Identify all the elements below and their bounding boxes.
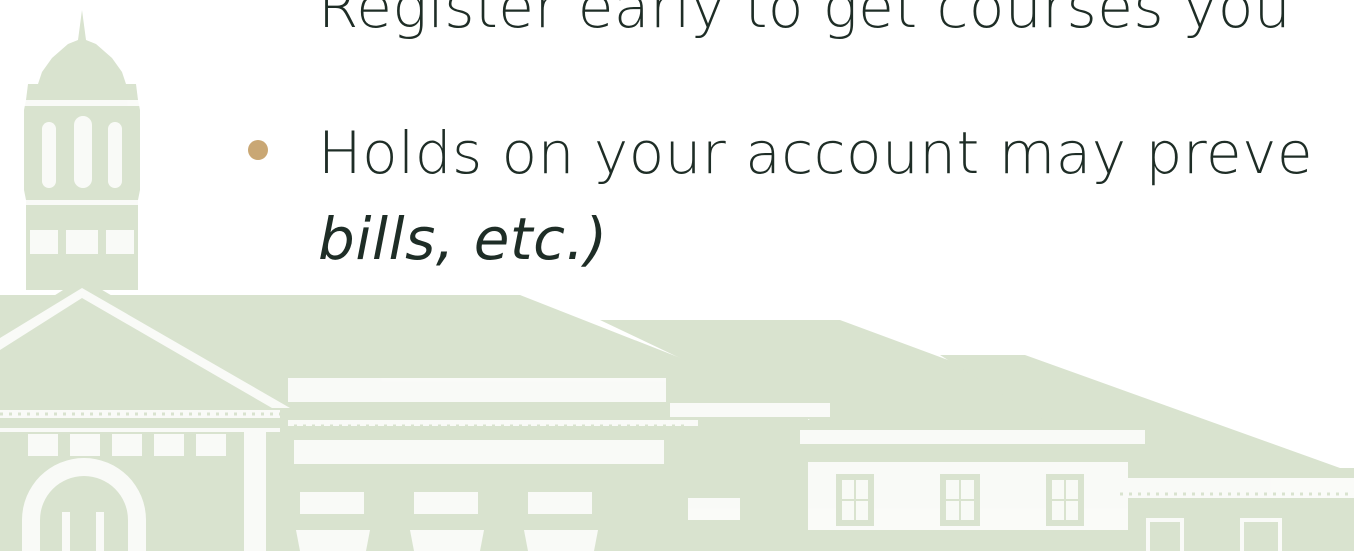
bullet-list: Register early to get courses you Holds … xyxy=(0,0,1354,551)
slide: Register early to get courses you Holds … xyxy=(0,0,1354,551)
bullet-dot-icon xyxy=(248,140,268,160)
bullet-text: Holds on your account may preve xyxy=(318,119,1314,187)
bullet-text-continuation: bills, etc.) xyxy=(318,205,608,273)
bullet-text: Register early to get courses you xyxy=(318,0,1292,41)
